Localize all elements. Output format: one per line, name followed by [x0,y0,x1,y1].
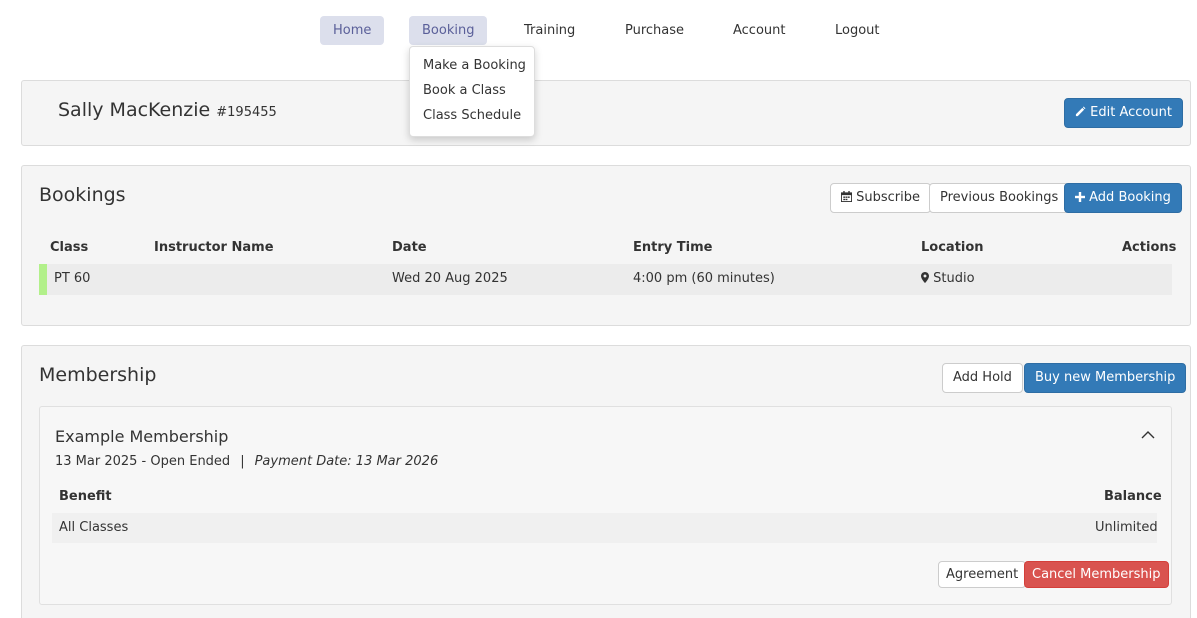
map-marker-icon [921,271,933,286]
col-header-class: Class [50,240,89,255]
location-label: Studio [933,271,975,286]
cell-date: Wed 20 Aug 2025 [392,271,508,286]
cancel-membership-label: Cancel Membership [1032,567,1161,582]
edit-account-label: Edit Account [1090,105,1172,120]
membership-name: Example Membership [55,427,229,446]
agreement-button[interactable]: Agreement [938,561,1027,588]
nav-purchase[interactable]: Purchase [612,16,697,45]
col-header-date: Date [392,240,427,255]
bookings-title: Bookings [39,184,126,206]
col-header-instructor: Instructor Name [154,240,274,255]
membership-card: Example Membership 13 Mar 2025 - Open En… [39,406,1172,605]
chevron-up-icon[interactable] [1141,427,1155,441]
calendar-icon [841,190,856,205]
profile-name: Sally MacKenzie [58,99,211,121]
menu-item-class-schedule[interactable]: Class Schedule [410,103,534,128]
agreement-label: Agreement [946,567,1019,582]
cancel-membership-button[interactable]: Cancel Membership [1024,561,1169,588]
menu-item-make-booking[interactable]: Make a Booking [410,53,534,78]
nav-training[interactable]: Training [511,16,588,45]
separator: | [240,454,245,469]
top-nav: Home Booking Training Purchase Account L… [0,16,1197,46]
membership-title: Membership [39,364,157,386]
cell-balance: Unlimited [1095,520,1158,535]
col-header-location: Location [921,240,984,255]
membership-dates: 13 Mar 2025 - Open Ended | Payment Date: 1… [55,454,438,469]
membership-period: 13 Mar 2025 - Open Ended [55,454,231,469]
cell-location: Studio [921,271,975,286]
table-row[interactable]: PT 60 Wed 20 Aug 2025 4:00 pm (60 minute… [39,264,1172,295]
membership-panel: Membership Add Hold Buy new Membership E… [21,345,1191,618]
add-hold-button[interactable]: Add Hold [942,363,1023,393]
col-header-benefit: Benefit [59,489,112,504]
col-header-balance: Balance [1104,489,1162,504]
nav-booking[interactable]: Booking [409,16,488,45]
nav-account[interactable]: Account [720,16,799,45]
nav-home[interactable]: Home [320,16,385,45]
add-booking-button[interactable]: Add Booking [1064,183,1182,213]
col-header-entry-time: Entry Time [633,240,713,255]
subscribe-button[interactable]: Subscribe [830,183,932,213]
payment-date: Payment Date: 13 Mar 2026 [254,454,439,469]
edit-account-button[interactable]: Edit Account [1064,98,1183,128]
previous-bookings-button[interactable]: Previous Bookings [929,183,1070,213]
plus-icon [1075,190,1089,205]
booking-dropdown-menu: Make a Booking Book a Class Class Schedu… [409,46,535,137]
nav-logout[interactable]: Logout [822,16,893,45]
cell-entry-time: 4:00 pm (60 minutes) [633,271,775,286]
cell-benefit: All Classes [59,520,129,535]
add-booking-label: Add Booking [1089,190,1171,205]
profile-header: Sally MacKenzie #195455 [58,99,277,121]
subscribe-label: Subscribe [856,190,921,205]
table-row: All Classes Unlimited [52,513,1158,543]
row-status-marker [39,264,47,295]
pencil-icon [1075,105,1090,120]
menu-item-book-class[interactable]: Book a Class [410,78,534,103]
buy-membership-label: Buy new Membership [1035,370,1176,385]
previous-bookings-label: Previous Bookings [940,190,1059,205]
add-hold-label: Add Hold [953,370,1012,385]
profile-id: #195455 [216,105,277,120]
profile-panel: Sally MacKenzie #195455 Edit Account [21,80,1191,146]
buy-membership-button[interactable]: Buy new Membership [1024,363,1187,393]
col-header-actions: Actions [1122,240,1177,255]
bookings-panel: Bookings Subscribe Previous Bookings Add… [21,165,1191,326]
cell-class: PT 60 [54,271,91,286]
